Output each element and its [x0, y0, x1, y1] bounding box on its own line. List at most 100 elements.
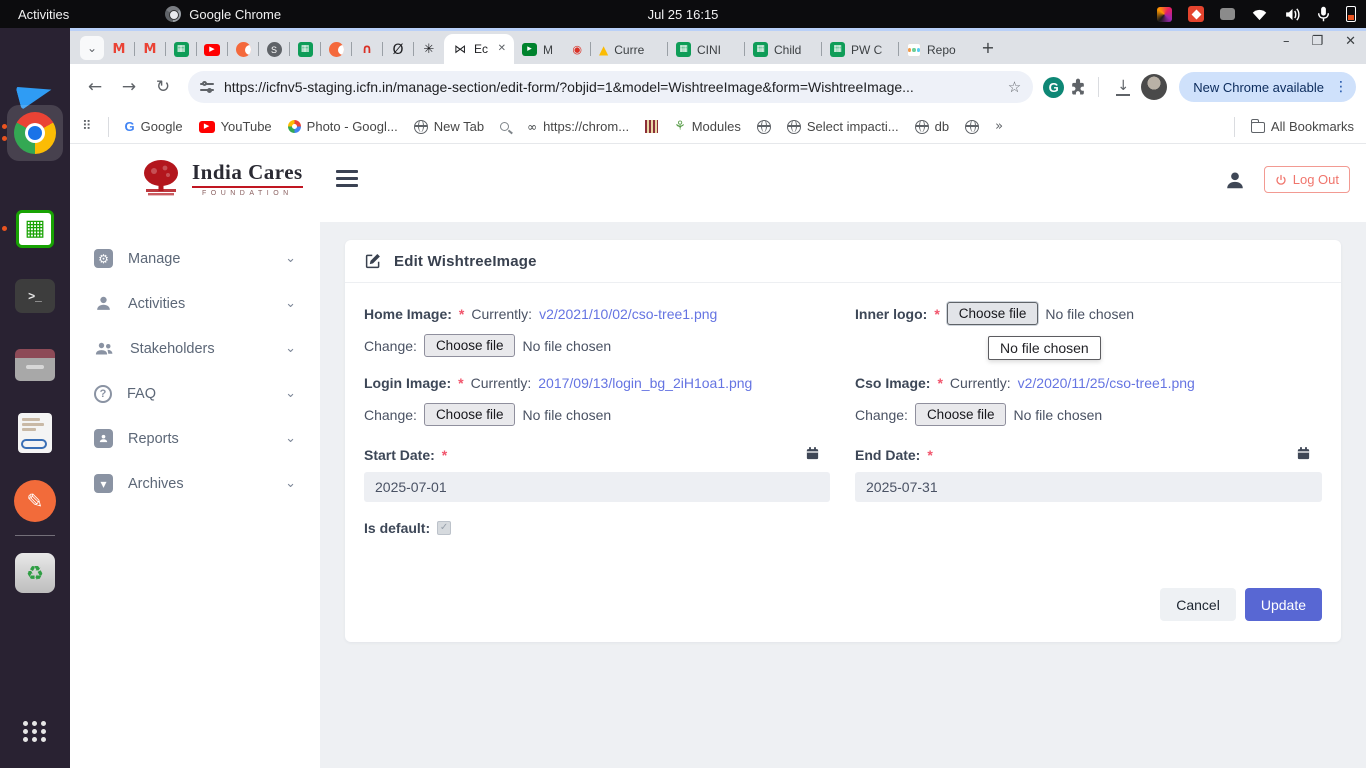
wifi-icon[interactable]	[1251, 8, 1268, 21]
login-image-link[interactable]: 2017/09/13/login_bg_2iH1oa1.png	[538, 375, 752, 391]
tab-repo[interactable]: Repo	[899, 35, 975, 64]
bookmark-globe-1[interactable]	[757, 120, 771, 134]
dock-trash-icon[interactable]: ♻	[11, 549, 59, 597]
tab-sheet-cini[interactable]: ▦ CINI	[668, 35, 744, 64]
volume-icon[interactable]	[1284, 7, 1301, 22]
no-file-chosen-text: No file chosen	[522, 338, 611, 354]
restore-icon[interactable]: ❐	[1311, 35, 1323, 48]
end-date-input[interactable]	[855, 472, 1322, 502]
bookmark-newtab[interactable]: New Tab	[414, 119, 484, 134]
dock-libreoffice-calc-icon[interactable]: ▦	[11, 205, 59, 253]
update-button[interactable]: Update	[1245, 588, 1322, 621]
forward-button[interactable]: →	[114, 72, 144, 102]
home-image-choose-file-button[interactable]: Choose file	[424, 334, 516, 357]
cancel-button[interactable]: Cancel	[1160, 588, 1236, 621]
sidebar-item-reports[interactable]: Reports ⌄	[70, 416, 320, 461]
app-indicator-cube-icon[interactable]	[1157, 7, 1172, 22]
tab-search-button[interactable]: ⌄	[80, 36, 104, 60]
bookmark-misc[interactable]	[645, 120, 658, 133]
globe-icon	[915, 120, 929, 134]
pinned-tab-sheets-2[interactable]: ▦	[290, 35, 320, 64]
bookmark-photos[interactable]: Photo - Googl...	[288, 119, 398, 134]
youtube-icon: ▶	[204, 44, 220, 56]
sidebar-item-archives[interactable]: ▾ Archives ⌄	[70, 461, 320, 506]
close-icon[interactable]: ✕	[1345, 35, 1356, 48]
active-tab[interactable]: ⋈ Ec ✕	[444, 34, 514, 64]
pinned-tab-dark[interactable]: S	[259, 35, 289, 64]
user-icon[interactable]	[1224, 169, 1246, 191]
site-settings-icon[interactable]	[200, 82, 214, 92]
tab-sheet-pw[interactable]: ▦ PW C	[822, 35, 898, 64]
cso-image-link[interactable]: v2/2020/11/25/cso-tree1.png	[1018, 375, 1195, 391]
pinned-tab-gmail[interactable]: M	[104, 35, 134, 64]
extensions-puzzle-icon[interactable]	[1068, 77, 1088, 97]
dock-files-icon[interactable]	[11, 341, 59, 389]
microphone-icon[interactable]	[1317, 6, 1330, 22]
battery-icon[interactable]	[1346, 6, 1356, 22]
calendar-icon[interactable]	[1296, 446, 1311, 461]
is-default-checkbox[interactable]: ✓	[437, 521, 451, 535]
calendar-icon[interactable]	[805, 446, 820, 461]
screenshare-indicator-icon[interactable]	[1188, 6, 1204, 22]
pinned-tab-orange-2[interactable]	[321, 35, 351, 64]
grammarly-extension-icon[interactable]: G	[1043, 77, 1064, 98]
start-date-input[interactable]	[364, 472, 830, 502]
address-bar[interactable]: https://icfnv5-staging.icfn.in/manage-se…	[188, 71, 1033, 103]
bookmark-google[interactable]: GGoogle	[125, 119, 183, 134]
all-bookmarks-button[interactable]: All Bookmarks	[1251, 119, 1354, 134]
logout-button[interactable]: Log Out	[1264, 166, 1350, 193]
pinned-tab-incognito[interactable]: Ø	[383, 35, 413, 64]
sidebar-item-manage[interactable]: ⚙ Manage ⌄	[70, 236, 320, 281]
chrome-update-pill[interactable]: New Chrome available ⋮	[1179, 72, 1356, 102]
focused-app-indicator[interactable]: Google Chrome	[165, 6, 281, 22]
ubuntu-dock: ▦ >_ ✎ ♻	[0, 28, 70, 768]
bookmark-db[interactable]: db	[915, 119, 949, 134]
sidebar-item-faq[interactable]: ? FAQ ⌄	[70, 371, 320, 416]
menu-kebab-icon[interactable]: ⋮	[1332, 80, 1350, 94]
pinned-tab-arch[interactable]: ∩	[352, 35, 382, 64]
show-applications-icon[interactable]	[23, 721, 47, 742]
reload-button[interactable]: ↻	[148, 72, 178, 102]
profile-avatar[interactable]	[1141, 74, 1167, 100]
pinned-tab-openai[interactable]: ✳	[414, 35, 444, 64]
pinned-tab-gmail-2[interactable]: M	[135, 35, 165, 64]
pinned-tab-orange[interactable]	[228, 35, 258, 64]
bookmarks-overflow-button[interactable]: »	[995, 120, 1003, 133]
downloads-button[interactable]: ↓	[1109, 73, 1137, 101]
bookmark-modules[interactable]: ⚘Modules	[674, 119, 741, 134]
dock-terminal-icon[interactable]: >_	[11, 272, 59, 320]
tab-close-icon[interactable]: ✕	[498, 44, 506, 54]
bookmark-globe-2[interactable]	[965, 120, 979, 134]
tab-sheet-child[interactable]: ▦ Child	[745, 35, 821, 64]
cso-image-choose-file-button[interactable]: Choose file	[915, 403, 1007, 426]
apps-grid-icon[interactable]: ⠿	[82, 120, 92, 133]
tab-drive[interactable]: ▲ Curre	[591, 35, 667, 64]
minimize-icon[interactable]: –	[1283, 35, 1290, 48]
dock-chrome-icon[interactable]	[11, 109, 59, 157]
bookmark-search[interactable]	[500, 122, 511, 131]
required-asterisk: *	[927, 447, 932, 463]
back-button[interactable]: ←	[80, 72, 110, 102]
dock-document-viewer-icon[interactable]	[11, 409, 59, 457]
sidebar-toggle-hamburger[interactable]	[336, 170, 358, 187]
chat-indicator-icon[interactable]	[1220, 8, 1235, 20]
bookmark-select[interactable]: Select impacti...	[787, 119, 899, 134]
sidebar-item-activities[interactable]: Activities ⌄	[70, 281, 320, 326]
bookmark-youtube[interactable]: ▶YouTube	[199, 119, 272, 134]
gear-square-icon: ⚙	[94, 249, 113, 268]
activities-button[interactable]: Activities	[0, 0, 87, 28]
inner-logo-choose-file-button[interactable]: Choose file	[947, 302, 1039, 325]
pinned-tab-sheets[interactable]: ▦	[166, 35, 196, 64]
sidebar-item-stakeholders[interactable]: Stakeholders ⌄	[70, 326, 320, 371]
bookmark-chrom[interactable]: ∞https://chrom...	[527, 119, 629, 134]
tab-meet[interactable]: ▸ M ◉	[514, 35, 590, 64]
bookmark-star-icon[interactable]: ☆	[1008, 80, 1021, 95]
link-icon: ∞	[527, 121, 537, 133]
dock-postman-icon[interactable]: ✎	[11, 477, 59, 525]
home-image-link[interactable]: v2/2021/10/02/cso-tree1.png	[539, 306, 717, 322]
login-image-choose-file-button[interactable]: Choose file	[424, 403, 516, 426]
new-tab-button[interactable]: +	[975, 35, 1001, 61]
url-text[interactable]: https://icfnv5-staging.icfn.in/manage-se…	[224, 79, 998, 95]
pinned-tab-youtube[interactable]: ▶	[197, 35, 227, 64]
brand-logo[interactable]: India Cares Foundation	[138, 158, 303, 198]
